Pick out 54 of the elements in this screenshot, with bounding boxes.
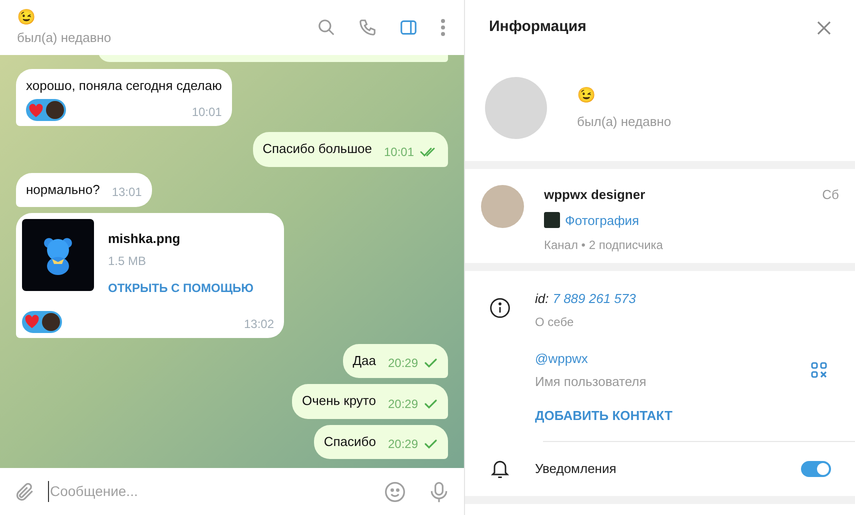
message-time: 13:02 [244,316,274,332]
channel-avatar [481,185,524,228]
close-button[interactable] [817,20,831,34]
qr-code-icon[interactable] [811,362,827,378]
message-time: 10:01 [192,104,222,121]
message-text: нормально? [26,180,100,199]
emoji-button[interactable] [384,480,406,502]
reaction-badge[interactable] [26,99,66,121]
reaction-badge[interactable] [22,310,62,332]
message-time: 20:29 [388,436,418,453]
bell-icon [489,458,511,480]
id-label: id: [535,290,549,308]
check-icon [424,439,438,449]
message-time: 10:01 [384,144,414,160]
message-time: 13:01 [112,184,142,201]
profile-name: 😉 [577,86,597,106]
message-text: Даа [352,352,376,370]
channel-meta: Канал • 2 подписчика [544,237,664,254]
channel-name[interactable]: wppwx designer [544,185,646,204]
username-label: Имя пользователя [535,373,646,391]
attach-button[interactable] [14,480,36,502]
message-input[interactable]: Сообщение... [48,481,372,502]
channel-date: Сб [822,186,839,204]
check-icon [424,358,438,368]
search-button[interactable] [316,17,337,38]
microphone-button[interactable] [428,480,450,504]
channel-preview: Фотография [565,212,640,230]
message-text: хорошо, поняла сегодня сделаю [26,76,222,95]
file-size: 1.5 MB [108,252,148,270]
chat-status: был(а) недавно [17,28,112,47]
panel-title: Информация [489,17,586,38]
profile-status: был(а) недавно [577,112,672,131]
heart-icon [28,102,44,118]
heart-icon [24,314,40,329]
username-link[interactable]: @wppwx [535,348,646,368]
message-text: Спасибо большое [262,140,372,158]
bio-label: О себе [535,314,575,330]
more-button[interactable] [439,17,447,38]
info-icon [489,297,511,319]
message-time: 20:29 [388,396,418,412]
notifications-toggle[interactable] [801,461,831,477]
avatar-placeholder [46,101,64,119]
message-text: Очень круто [302,392,376,410]
phone-button[interactable] [357,17,378,38]
photo-thumbnail [544,212,560,228]
message-text: Спасибо [324,432,376,450]
add-contact-button[interactable]: ДОБАВИТЬ КОНТАКТ [535,406,831,425]
file-name: mishka.png [108,230,182,248]
message-time: 20:29 [388,355,418,372]
avatar-placeholder [42,312,60,330]
notifications-label: Уведомления [535,460,618,478]
open-with-link[interactable]: ОТКРЫТЬ С ПОМОЩЬЮ [108,278,254,296]
check-icon [424,398,438,408]
id-value[interactable]: 7 889 261 573 [552,289,636,308]
